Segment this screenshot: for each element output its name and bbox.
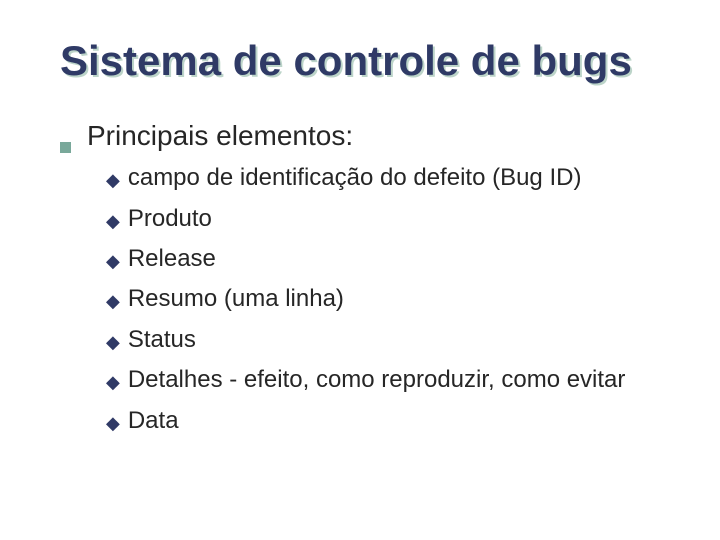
level2-text: Produto	[128, 203, 212, 235]
level1-text: Principais elementos:	[87, 120, 353, 152]
level2-item: ◆ Data	[106, 405, 670, 437]
slide-title: Sistema de controle de bugs Sistema de c…	[60, 38, 670, 84]
level2-list: ◆ campo de identificação do defeito (Bug…	[106, 162, 670, 437]
level2-item: ◆ Status	[106, 324, 670, 356]
diamond-bullet-icon: ◆	[106, 211, 120, 232]
level2-text: Resumo (uma linha)	[128, 283, 344, 315]
level2-text: Status	[128, 324, 196, 356]
level2-item: ◆ Detalhes - efeito, como reproduzir, co…	[106, 364, 670, 396]
title-text: Sistema de controle de bugs	[60, 37, 632, 84]
slide: Sistema de controle de bugs Sistema de c…	[0, 0, 720, 540]
level2-text: campo de identificação do defeito (Bug I…	[128, 162, 582, 194]
level2-text: Detalhes - efeito, como reproduzir, como…	[128, 364, 626, 396]
level2-text: Data	[128, 405, 179, 437]
level2-item: ◆ Produto	[106, 203, 670, 235]
level1-item: Principais elementos:	[60, 120, 670, 152]
slide-body: Principais elementos: ◆ campo de identif…	[60, 120, 670, 437]
diamond-bullet-icon: ◆	[106, 372, 120, 393]
level2-item: ◆ Resumo (uma linha)	[106, 283, 670, 315]
diamond-bullet-icon: ◆	[106, 413, 120, 434]
diamond-bullet-icon: ◆	[106, 291, 120, 312]
level2-item: ◆ campo de identificação do defeito (Bug…	[106, 162, 670, 194]
level2-item: ◆ Release	[106, 243, 670, 275]
diamond-bullet-icon: ◆	[106, 170, 120, 191]
level2-text: Release	[128, 243, 216, 275]
square-bullet-icon	[60, 142, 71, 153]
diamond-bullet-icon: ◆	[106, 332, 120, 353]
diamond-bullet-icon: ◆	[106, 251, 120, 272]
